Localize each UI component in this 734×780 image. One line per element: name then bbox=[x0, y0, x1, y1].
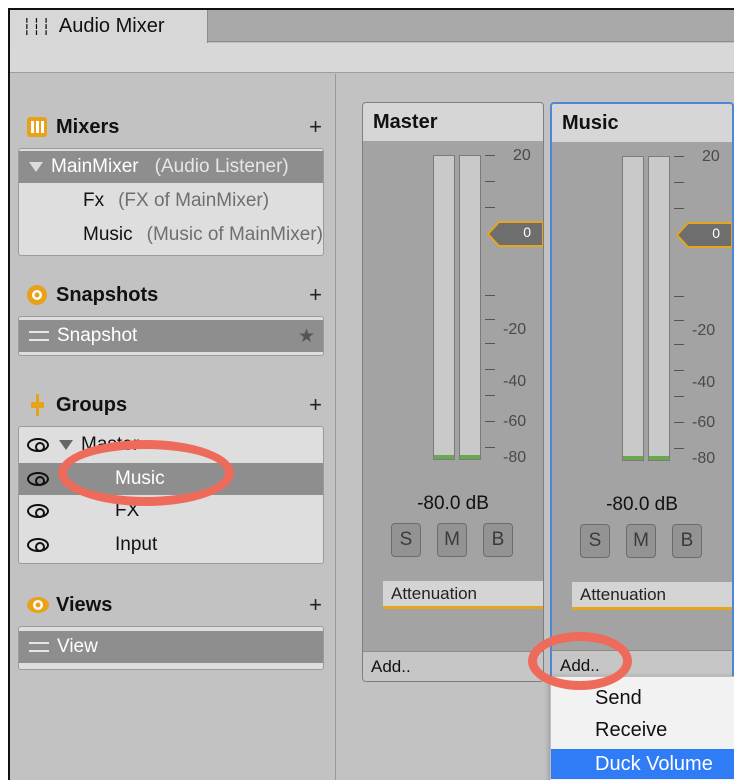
drag-handle-icon[interactable] bbox=[29, 642, 49, 652]
annotation-oval-music-group bbox=[58, 440, 234, 506]
views-title: Views bbox=[56, 593, 113, 616]
eye-icon[interactable] bbox=[27, 438, 49, 452]
level-meter-left bbox=[433, 155, 455, 460]
solo-button[interactable]: S bbox=[391, 523, 421, 557]
scale-label: 20 bbox=[513, 147, 531, 164]
fader-value: 0 bbox=[712, 225, 720, 241]
channel-strip-master[interactable]: Master 20 -20 -40 -60 -80 0 -80.0 dB S M… bbox=[362, 102, 544, 682]
scale-label: -80 bbox=[692, 450, 716, 467]
attenuation-effect[interactable]: Attenuation bbox=[383, 581, 543, 609]
snapshots-title: Snapshots bbox=[56, 283, 159, 306]
bypass-button[interactable]: B bbox=[483, 523, 513, 557]
fader-value: 0 bbox=[523, 224, 531, 240]
mixer-name: MainMixer bbox=[51, 156, 139, 177]
mixers-title: Mixers bbox=[56, 115, 120, 138]
mixer-detail: (Music of MainMixer) bbox=[146, 224, 323, 245]
left-panel: Mixers + MainMixer (Audio Listener) Fx (… bbox=[10, 74, 336, 780]
view-name: View bbox=[57, 636, 98, 657]
eye-icon[interactable] bbox=[27, 504, 49, 518]
mixer-item-mainmixer[interactable]: MainMixer (Audio Listener) bbox=[19, 151, 323, 183]
add-view-button[interactable]: + bbox=[309, 592, 322, 618]
views-header: Views + bbox=[26, 590, 326, 620]
bypass-button[interactable]: B bbox=[672, 524, 702, 558]
scale-label: 20 bbox=[702, 148, 720, 165]
volume-fader-handle[interactable]: 0 bbox=[487, 221, 543, 247]
volume-fader-handle[interactable]: 0 bbox=[676, 222, 732, 248]
annotation-oval-add-button bbox=[528, 632, 632, 690]
star-icon[interactable]: ★ bbox=[298, 325, 315, 348]
views-eye-icon bbox=[26, 594, 49, 616]
audio-mixer-window: ┆┆┆ Audio Mixer Mixers + MainMixer (Audi… bbox=[8, 8, 734, 780]
add-mixer-button[interactable]: + bbox=[309, 114, 322, 140]
tab-title: Audio Mixer bbox=[58, 15, 165, 37]
menu-item-duck-volume[interactable]: Duck Volume bbox=[551, 749, 734, 779]
snapshots-list: Snapshot ★ bbox=[18, 316, 324, 356]
snapshot-item[interactable]: Snapshot ★ bbox=[19, 320, 323, 352]
mixers-header: Mixers + bbox=[26, 112, 326, 142]
snapshots-header: Snapshots + bbox=[26, 280, 326, 310]
solo-button[interactable]: S bbox=[580, 524, 610, 558]
groups-fader-icon bbox=[26, 394, 48, 416]
level-meter-right bbox=[459, 155, 481, 460]
strip-title: Master bbox=[363, 103, 543, 141]
scale-label: -80 bbox=[503, 449, 527, 466]
scale-label: -60 bbox=[503, 413, 527, 430]
add-group-button[interactable]: + bbox=[309, 392, 322, 418]
mixer-detail: (Audio Listener) bbox=[154, 156, 289, 177]
eye-icon[interactable] bbox=[27, 472, 49, 486]
tab-audio-mixer[interactable]: ┆┆┆ Audio Mixer bbox=[10, 10, 208, 43]
expand-triangle-icon[interactable] bbox=[29, 162, 43, 172]
menu-item-receive[interactable]: Receive bbox=[551, 715, 734, 745]
groups-header: Groups + bbox=[26, 390, 326, 420]
mixer-item-fx[interactable]: Fx (FX of MainMixer) bbox=[19, 185, 323, 217]
mixer-name: Music bbox=[83, 224, 133, 245]
add-snapshot-button[interactable]: + bbox=[309, 282, 322, 308]
drag-handle-icon[interactable] bbox=[29, 331, 49, 341]
eye-icon[interactable] bbox=[27, 538, 49, 552]
mixers-list: MainMixer (Audio Listener) Fx (FX of Mai… bbox=[18, 148, 324, 256]
mixer-name: Fx bbox=[83, 190, 105, 211]
group-item-input[interactable]: Input bbox=[19, 529, 323, 561]
expand-triangle-icon[interactable] bbox=[59, 440, 73, 450]
mixer-item-music[interactable]: Music (Music of MainMixer) bbox=[19, 219, 323, 251]
scale-label: -20 bbox=[503, 321, 527, 338]
mixers-icon bbox=[26, 116, 48, 138]
level-meter-right bbox=[648, 156, 670, 461]
scale-label: -40 bbox=[692, 374, 716, 391]
strip-title: Music bbox=[552, 104, 732, 142]
mixer-sliders-icon: ┆┆┆ bbox=[22, 18, 51, 36]
groups-title: Groups bbox=[56, 393, 128, 416]
snapshot-icon bbox=[26, 284, 48, 306]
mute-button[interactable]: M bbox=[626, 524, 656, 558]
scale-label: -40 bbox=[503, 373, 527, 390]
add-effect-button[interactable]: Add.. bbox=[363, 651, 543, 681]
view-item[interactable]: View bbox=[19, 631, 323, 663]
snapshot-name: Snapshot bbox=[57, 325, 138, 346]
db-readout: -80.0 dB bbox=[606, 494, 678, 515]
scale-label: -60 bbox=[692, 414, 716, 431]
views-list: View bbox=[18, 626, 324, 670]
db-readout: -80.0 dB bbox=[417, 493, 489, 514]
toolbar bbox=[10, 43, 734, 73]
title-bar: ┆┆┆ Audio Mixer bbox=[10, 10, 734, 43]
scale-label: -20 bbox=[692, 322, 716, 339]
attenuation-effect[interactable]: Attenuation bbox=[572, 582, 732, 610]
add-effect-dropdown: Send Receive Duck Volume bbox=[550, 676, 734, 780]
channel-strip-music[interactable]: Music 20 -20 -40 -60 -80 0 -80.0 dB S M … bbox=[550, 102, 734, 682]
level-meter-left bbox=[622, 156, 644, 461]
mute-button[interactable]: M bbox=[437, 523, 467, 557]
group-name: Input bbox=[115, 534, 158, 555]
mixer-detail: (FX of MainMixer) bbox=[118, 190, 270, 211]
